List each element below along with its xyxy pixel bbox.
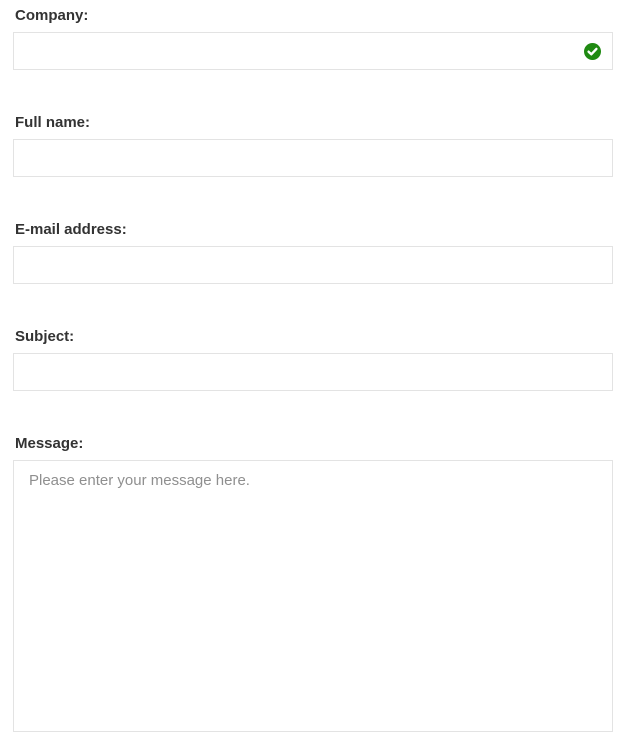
message-textarea[interactable] [13, 460, 613, 732]
email-label: E-mail address: [15, 221, 127, 238]
contact-form: Company: Full name: E-mail address: Subj… [0, 0, 625, 742]
check-circle-icon [584, 43, 601, 60]
subject-label: Subject: [15, 328, 75, 345]
full-name-label: Full name: [15, 114, 91, 131]
subject-input[interactable] [13, 353, 613, 391]
email-input[interactable] [13, 246, 613, 284]
message-label: Message: [15, 435, 84, 452]
company-label: Company: [15, 7, 89, 24]
full-name-input[interactable] [13, 139, 613, 177]
company-input[interactable] [13, 32, 613, 70]
